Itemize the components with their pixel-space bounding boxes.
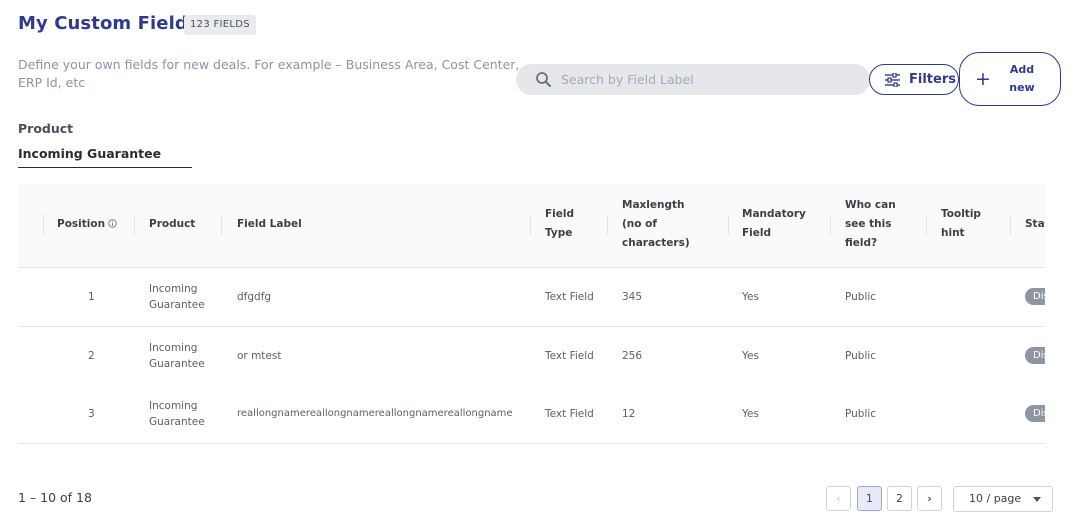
cell-field-label: or mtest (237, 350, 282, 362)
column-separator (728, 215, 729, 235)
add-new-label: Add new (1009, 63, 1035, 94)
status-badge[interactable]: Disabled (1025, 288, 1045, 305)
column-header-position-label: Position (57, 218, 106, 230)
column-separator (221, 215, 222, 235)
column-separator (43, 215, 44, 235)
custom-fields-table: Position Product Field Label Field Type … (18, 184, 1045, 444)
cell-visibility: Public (845, 291, 877, 303)
add-new-button[interactable]: + Add new (959, 52, 1061, 106)
cell-visibility: Public (845, 350, 877, 362)
page-size-select[interactable]: 10 / page (953, 486, 1053, 512)
cell-mandatory: Yes (742, 408, 759, 420)
sliders-icon (885, 72, 900, 87)
product-filter-label: Product (18, 121, 74, 136)
column-header-field-label[interactable]: Field Label (237, 215, 302, 234)
cell-field-type: Text Field (545, 291, 594, 303)
cell-visibility: Public (845, 408, 877, 420)
cell-field-type: Text Field (545, 408, 594, 420)
product-filter-select[interactable]: Incoming Guarantee (18, 146, 192, 168)
pagination-summary: 1 – 10 of 18 (18, 490, 92, 505)
page-button-2[interactable]: 2 (887, 486, 912, 511)
table-header: Position Product Field Label Field Type … (18, 184, 1045, 268)
column-header-status[interactable]: Status (1025, 215, 1045, 234)
cell-product: Incoming Guarantee (149, 342, 205, 370)
search-input[interactable] (561, 64, 861, 95)
filters-button[interactable]: Filters (869, 64, 959, 95)
cell-maxlength: 256 (622, 350, 643, 362)
table-row[interactable]: 2 Incoming Guarantee or mtest Text Field… (18, 327, 1045, 386)
search-box[interactable] (516, 64, 870, 95)
previous-page-button[interactable]: ‹ (826, 486, 851, 511)
column-separator (830, 215, 831, 235)
info-icon[interactable] (108, 219, 117, 228)
column-header-visibility[interactable]: Who can see this field? (845, 196, 907, 253)
column-separator (607, 215, 608, 235)
page-description: Define your own fields for new deals. Fo… (18, 57, 520, 90)
column-header-maxlength[interactable]: Maxlength (no of characters) (622, 196, 702, 253)
next-page-button[interactable]: › (917, 486, 942, 511)
table-row[interactable]: 1 Incoming Guarantee dfgdfg Text Field 3… (18, 268, 1045, 327)
column-separator (134, 215, 135, 235)
cell-mandatory: Yes (742, 291, 759, 303)
column-separator (530, 215, 531, 235)
column-separator (926, 215, 927, 235)
table-row[interactable]: 3 Incoming Guarantee reallongnamereallon… (18, 385, 1045, 444)
column-header-mandatory[interactable]: Mandatory Field (742, 205, 812, 243)
chevron-right-icon: › (927, 492, 932, 505)
field-count-badge: 123 FIELDS (184, 15, 256, 35)
status-badge[interactable]: Disabled (1025, 405, 1045, 422)
filters-label: Filters (909, 72, 956, 87)
column-separator (1010, 215, 1011, 235)
cell-maxlength: 345 (622, 291, 643, 303)
cell-field-label: reallongnamereallongnamereallongnamereal… (237, 408, 513, 419)
cell-product: Incoming Guarantee (149, 283, 205, 311)
page-button-1[interactable]: 1 (857, 486, 882, 511)
chevron-left-icon: ‹ (836, 492, 841, 505)
cell-maxlength: 12 (622, 408, 636, 420)
page-size-value: 10 / page (969, 492, 1022, 505)
search-icon (536, 72, 551, 87)
cell-product: Incoming Guarantee (149, 400, 205, 428)
column-header-product[interactable]: Product (149, 215, 195, 234)
column-header-tooltip[interactable]: Tooltip hint (941, 205, 991, 243)
plus-icon: + (975, 68, 991, 90)
cell-field-type: Text Field (545, 350, 594, 362)
column-header-field-type[interactable]: Field Type (545, 205, 595, 243)
cell-position: 2 (88, 350, 95, 362)
column-header-position[interactable]: Position (57, 215, 117, 234)
cell-position: 1 (88, 291, 95, 303)
page-title: My Custom Fields (18, 13, 199, 34)
chevron-down-icon (1033, 497, 1041, 502)
cell-mandatory: Yes (742, 350, 759, 362)
cell-position: 3 (88, 408, 95, 420)
cell-field-label: dfgdfg (237, 291, 272, 303)
status-badge[interactable]: Disabled (1025, 347, 1045, 364)
